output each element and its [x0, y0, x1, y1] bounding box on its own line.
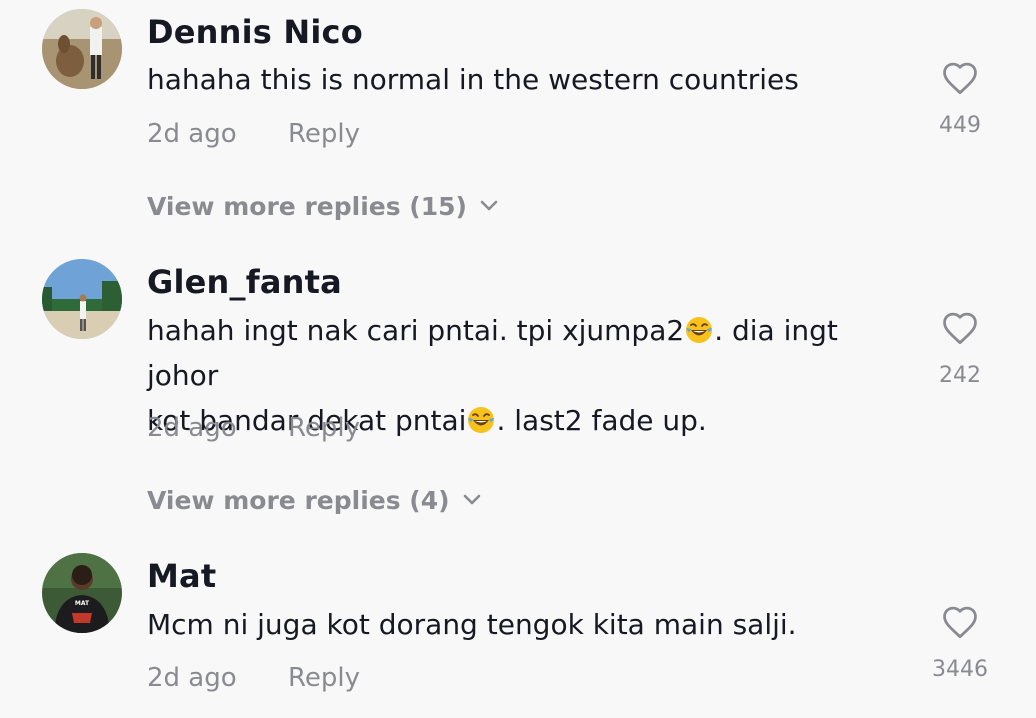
- like-count: 449: [939, 113, 981, 138]
- like-group: 449: [930, 61, 990, 139]
- svg-text:MAT: MAT: [75, 600, 90, 607]
- reply-button[interactable]: Reply: [288, 413, 360, 443]
- heart-outline-icon[interactable]: [941, 605, 979, 639]
- comment-meta: 2d ago Reply: [147, 411, 360, 445]
- heart-outline-icon[interactable]: [941, 61, 979, 95]
- comment-timestamp: 2d ago: [147, 663, 237, 693]
- comment-username[interactable]: Dennis Nico: [147, 12, 363, 52]
- view-more-label: View more replies (4): [147, 486, 450, 515]
- chevron-down-icon: [480, 200, 498, 211]
- like-count: 3446: [932, 657, 988, 682]
- view-more-replies-button[interactable]: View more replies (4): [147, 484, 482, 518]
- like-group: 242: [930, 311, 990, 389]
- face-with-tears-of-joy-emoji: [686, 317, 713, 343]
- comment-text: Mcm ni juga kot dorang tengok kita main …: [147, 608, 797, 641]
- avatar[interactable]: [42, 9, 122, 89]
- avatar[interactable]: MAT: [42, 553, 122, 633]
- view-more-label: View more replies (15): [147, 192, 467, 221]
- like-count: 242: [939, 363, 981, 388]
- like-group: 3446: [930, 605, 990, 683]
- comment-meta: 2d ago Reply: [147, 661, 360, 695]
- comment-timestamp: 2d ago: [147, 119, 237, 149]
- reply-button[interactable]: Reply: [288, 663, 360, 693]
- comment-text-part: hahah ingt nak cari pntai. tpi xjumpa2: [147, 314, 685, 347]
- comment-username[interactable]: Mat: [147, 556, 216, 596]
- reply-button[interactable]: Reply: [288, 119, 360, 149]
- view-more-replies-button[interactable]: View more replies (15): [147, 190, 499, 224]
- comment-text: hahaha this is normal in the western cou…: [147, 63, 799, 96]
- comment-username[interactable]: Glen_fanta: [147, 262, 342, 302]
- avatar[interactable]: [42, 259, 122, 339]
- comment-timestamp: 2d ago: [147, 413, 237, 443]
- heart-outline-icon[interactable]: [941, 311, 979, 345]
- face-with-tears-of-joy-emoji: [468, 407, 495, 433]
- chevron-down-icon: [463, 494, 480, 505]
- comment-text-part: . last2 fade up.: [496, 404, 707, 437]
- comment-meta: 2d ago Reply: [147, 117, 360, 151]
